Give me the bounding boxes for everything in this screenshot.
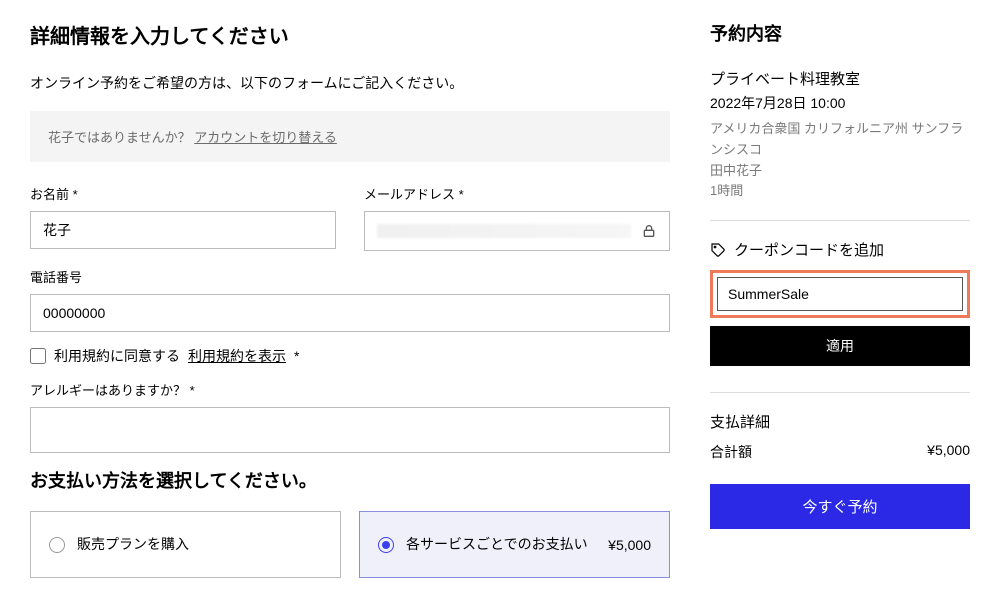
summary-duration: 1時間: [710, 181, 970, 202]
pay-option-per-service-label: 各サービスごとでのお支払い: [406, 534, 596, 555]
payment-details-heading: 支払詳細: [710, 411, 970, 432]
terms-checkbox[interactable]: [30, 348, 46, 364]
switch-account-box: 花子ではありませんか？ アカウントを切り替える: [30, 111, 670, 162]
pay-option-plan-label: 販売プランを購入: [77, 534, 322, 555]
name-label: お名前 *: [30, 184, 336, 203]
total-value: ¥5,000: [927, 442, 970, 462]
radio-per-service[interactable]: [378, 537, 394, 553]
phone-input[interactable]: [30, 294, 670, 332]
divider: [710, 220, 970, 221]
allergy-label: アレルギーはありますか？ *: [30, 380, 670, 399]
total-label: 合計額: [710, 442, 752, 462]
email-input-locked: [364, 211, 670, 251]
apply-button[interactable]: 適用: [710, 326, 970, 366]
coupon-label: クーポンコードを追加: [734, 239, 884, 260]
tag-icon: [710, 242, 726, 258]
lock-icon: [641, 223, 657, 239]
phone-label: 電話番号: [30, 267, 670, 286]
terms-agree-text: 利用規約に同意する: [54, 346, 180, 366]
terms-star: *: [294, 348, 299, 364]
summary-heading: 予約内容: [710, 20, 970, 46]
page-title: 詳細情報を入力してください: [30, 20, 670, 49]
payment-method-title: お支払い方法を選択してください。: [30, 467, 670, 493]
summary-location: アメリカ合衆国 カリフォルニア州 サンフランシスコ: [710, 119, 970, 161]
intro-text: オンライン予約をご希望の方は、以下のフォームにご記入ください。: [30, 73, 670, 93]
summary-service: プライベート料理教室: [710, 68, 970, 89]
allergy-textarea[interactable]: [30, 407, 670, 453]
radio-plan[interactable]: [49, 537, 65, 553]
book-now-button[interactable]: 今すぐ予約: [710, 484, 970, 529]
pay-option-per-service[interactable]: 各サービスごとでのお支払い ¥5,000: [359, 511, 670, 578]
pay-option-per-service-price: ¥5,000: [608, 537, 651, 553]
name-input[interactable]: [30, 211, 336, 249]
summary-datetime: 2022年7月28日 10:00: [710, 93, 970, 113]
summary-person: 田中花子: [710, 161, 970, 182]
email-blurred-value: [377, 224, 631, 238]
divider: [710, 392, 970, 393]
switch-account-link[interactable]: アカウントを切り替える: [194, 130, 337, 145]
pay-option-plan[interactable]: 販売プランを購入: [30, 511, 341, 578]
terms-link[interactable]: 利用規約を表示: [188, 346, 286, 366]
coupon-highlight-box: [710, 270, 970, 318]
email-label: メールアドレス *: [364, 184, 670, 203]
switch-prefix: 花子ではありませんか？: [48, 130, 191, 145]
coupon-input[interactable]: [717, 277, 963, 311]
